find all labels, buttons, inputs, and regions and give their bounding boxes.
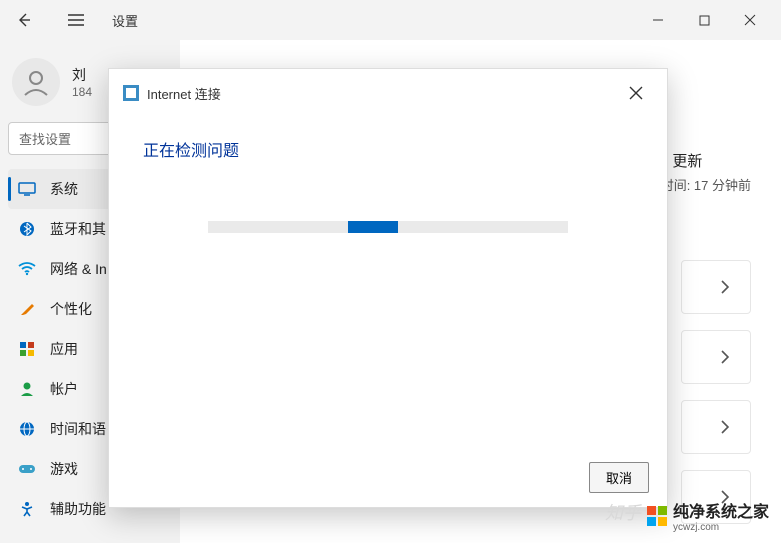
progress-fill [348,221,398,233]
sidebar-item-label: 系统 [50,179,78,199]
globe-icon [18,420,36,438]
sidebar-item-label: 时间和语 [50,419,106,439]
sidebar-item-label: 个性化 [50,299,92,319]
person-icon [21,67,51,97]
back-button[interactable] [8,4,40,36]
bluetooth-icon [18,220,36,238]
watermark-text: 纯净系统之家 [673,498,769,522]
dialog-title: Internet 连接 [147,84,221,103]
windows-logo-icon [647,506,667,526]
settings-row[interactable] [681,330,751,384]
avatar [12,58,60,106]
dialog-heading: 正在检测问题 [143,137,633,161]
sidebar-item-label: 帐户 [50,379,78,399]
sidebar-item-label: 游戏 [50,459,78,479]
sidebar-item-label: 辅助功能 [50,499,106,519]
profile-name: 刘 [72,65,92,85]
system-icon [18,180,36,198]
dialog-close-button[interactable] [619,79,653,107]
chevron-right-icon [720,420,730,434]
troubleshooter-dialog: Internet 连接 正在检测问题 取消 [108,68,668,508]
zhihu-watermark: 知乎 [605,499,641,525]
close-button[interactable] [727,4,773,36]
menu-button[interactable] [60,4,92,36]
minimize-button[interactable] [635,4,681,36]
update-subtitle: 时间: 17 分钟前 [661,175,751,194]
chevron-right-icon [720,350,730,364]
profile-sub: 184 [72,85,92,99]
account-icon [18,380,36,398]
app-title: 设置 [112,11,138,30]
accessibility-icon [18,500,36,518]
settings-row[interactable] [681,400,751,454]
sidebar-item-label: 应用 [50,339,78,359]
close-icon [629,86,643,100]
update-title: s 更新 [661,150,751,171]
minimize-icon [652,14,664,26]
settings-row[interactable] [681,260,751,314]
hamburger-icon [68,14,84,26]
cancel-button[interactable]: 取消 [589,462,649,493]
arrow-left-icon [16,12,32,28]
watermark-url: ycwzj.com [673,522,769,533]
sidebar-item-label: 蓝牙和其 [50,219,106,239]
apps-icon [18,340,36,358]
maximize-icon [699,15,710,26]
troubleshoot-icon [123,85,139,101]
chevron-right-icon [720,280,730,294]
brush-icon [18,300,36,318]
gaming-icon [18,460,36,478]
progress-bar [208,221,568,233]
watermark: 纯净系统之家 ycwzj.com [647,498,769,533]
close-icon [744,14,756,26]
wifi-icon [18,260,36,278]
sidebar-item-label: 网络 & In [50,259,107,279]
maximize-button[interactable] [681,4,727,36]
titlebar: 设置 [0,0,781,40]
